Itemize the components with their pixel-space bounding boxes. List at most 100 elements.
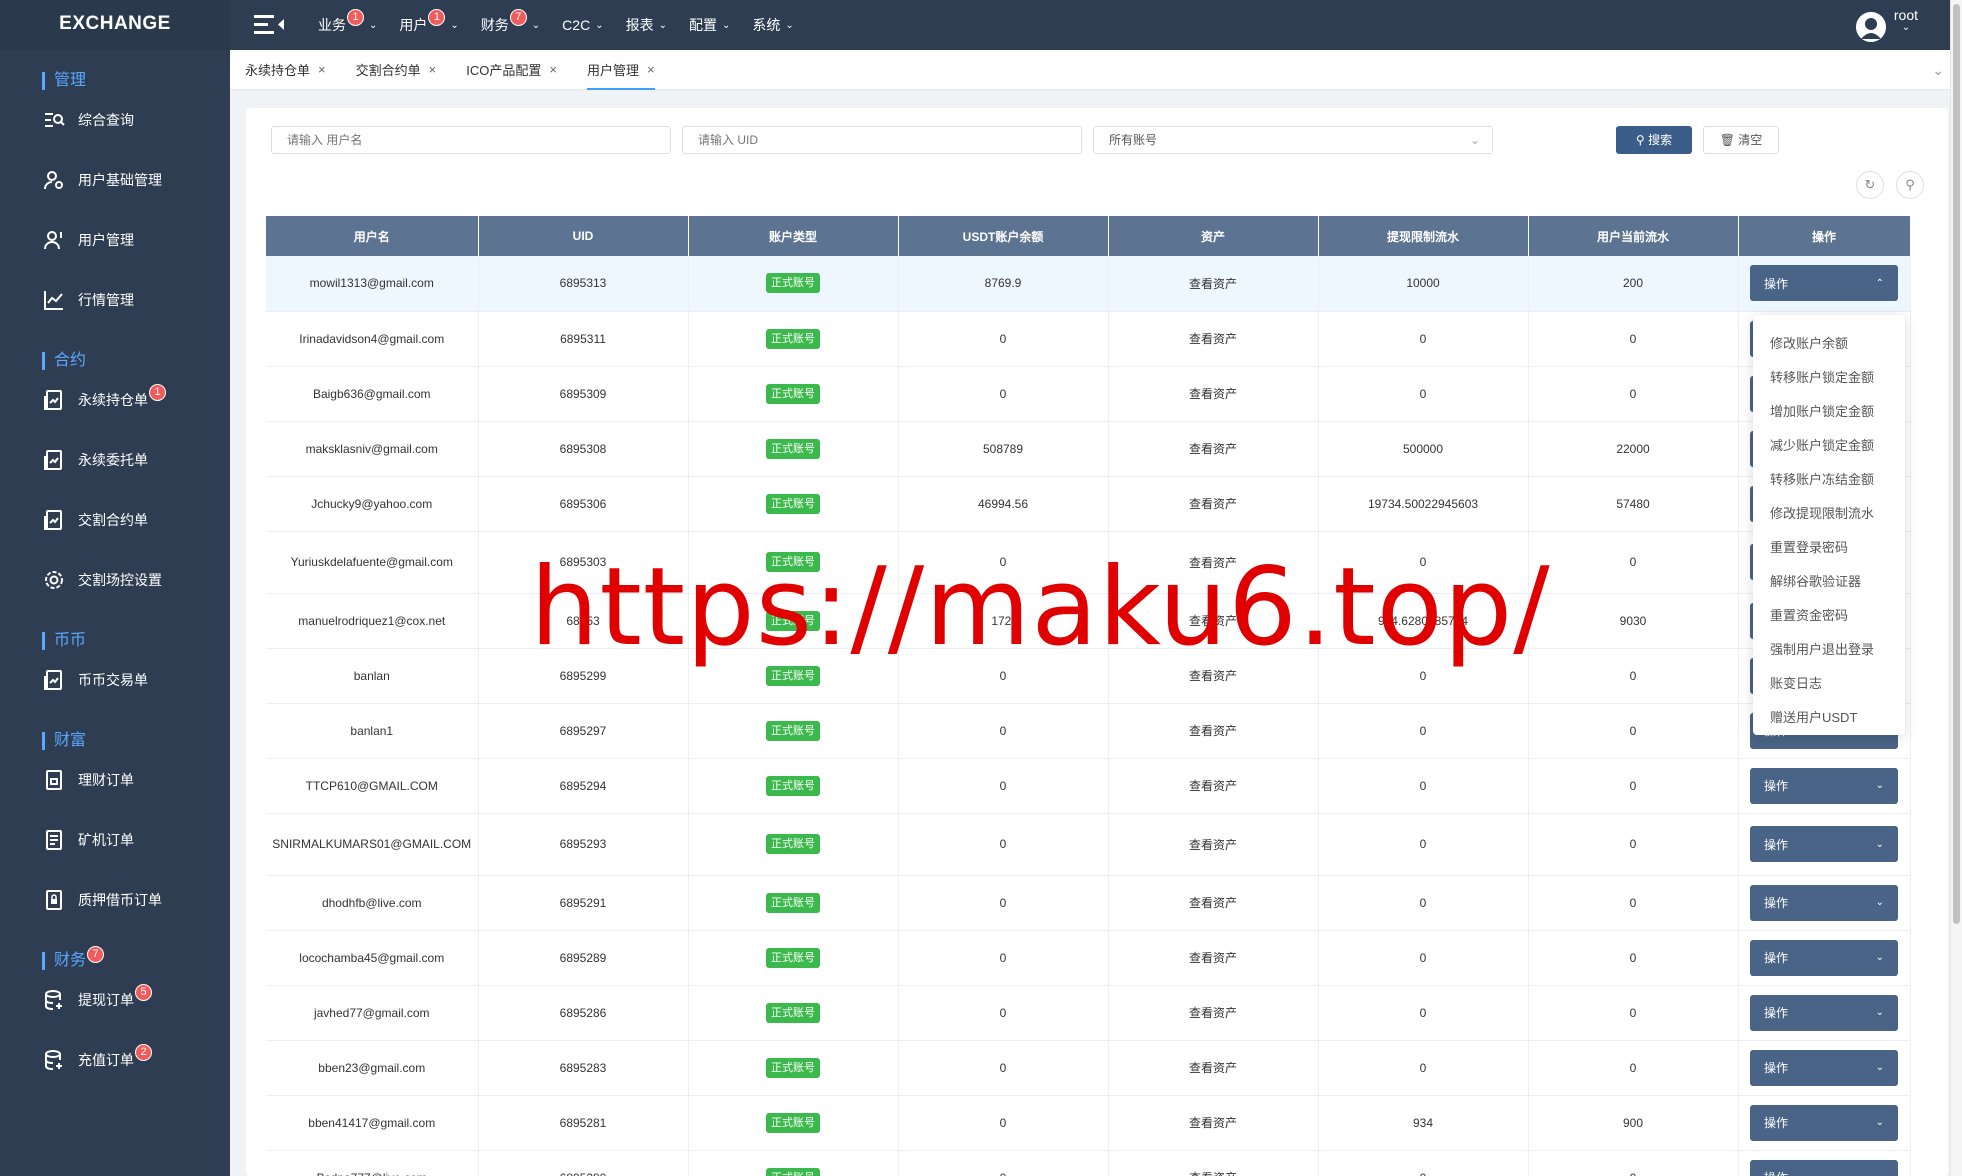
username-cell[interactable]: Baigb636@gmail.com <box>266 366 479 422</box>
view-assets-link[interactable]: 查看资产 <box>1108 703 1319 759</box>
usdt-balance-cell[interactable]: 0 <box>898 311 1109 367</box>
usdt-balance-cell[interactable]: 0 <box>898 1150 1109 1176</box>
usdt-balance-cell[interactable]: 0 <box>898 758 1109 814</box>
tab[interactable]: ICO产品配置 × <box>451 50 572 90</box>
search-button[interactable]: ⚲ 搜索 <box>1616 126 1692 154</box>
close-icon[interactable]: × <box>549 62 557 77</box>
top-menu-item[interactable]: 报表 ⌄ <box>626 15 667 35</box>
username-cell[interactable]: SNIRMALKUMARS01@GMAIL.COM <box>266 813 479 876</box>
sidebar-item[interactable]: 币币交易单 <box>0 650 230 710</box>
view-assets-link[interactable]: 查看资产 <box>1108 476 1319 532</box>
dropdown-item[interactable]: 重置资金密码 <box>1753 599 1905 633</box>
username-cell[interactable]: javhed77@gmail.com <box>266 985 479 1041</box>
usdt-balance-cell[interactable]: 0 <box>898 930 1109 986</box>
refresh-icon[interactable]: ↻ <box>1856 171 1884 199</box>
usdt-balance-cell[interactable]: 0 <box>898 1095 1109 1151</box>
view-assets-link[interactable]: 查看资产 <box>1108 421 1319 477</box>
chevron-down-icon[interactable]: ⌄ <box>1932 62 1944 79</box>
operation-button[interactable]: 操作 ⌄ <box>1750 1104 1898 1141</box>
usdt-balance-cell[interactable]: 0 <box>898 703 1109 759</box>
username-cell[interactable]: Bsdna777@live.com <box>266 1150 479 1176</box>
clear-button[interactable]: 🗑 清空 <box>1703 126 1779 154</box>
user-menu[interactable]: root ⌄ <box>1855 8 1918 42</box>
view-assets-link[interactable]: 查看资产 <box>1108 1095 1319 1151</box>
username-cell[interactable]: banlan1 <box>266 703 479 759</box>
close-icon[interactable]: × <box>647 62 655 77</box>
view-assets-link[interactable]: 查看资产 <box>1108 930 1319 986</box>
sidebar-item[interactable]: 质押借币订单 <box>0 870 230 930</box>
close-icon[interactable]: × <box>318 62 326 77</box>
dropdown-item[interactable]: 减少账户锁定金额 <box>1753 429 1905 463</box>
top-menu-item[interactable]: 业务 1 ⌄ <box>318 8 377 35</box>
view-assets-link[interactable]: 查看资产 <box>1108 256 1319 312</box>
operation-button[interactable]: 操作 ⌄ <box>1750 884 1898 921</box>
operation-button[interactable]: 操作 ⌄ <box>1750 767 1898 804</box>
view-assets-link[interactable]: 查看资产 <box>1108 758 1319 814</box>
vertical-scrollbar[interactable] <box>1950 0 1962 1176</box>
view-assets-link[interactable]: 查看资产 <box>1108 1150 1319 1176</box>
sidebar-item[interactable]: 永续委托单 <box>0 430 230 490</box>
dropdown-item[interactable]: 解绑谷歌验证器 <box>1753 565 1905 599</box>
sidebar-item[interactable]: 交割合约单 <box>0 490 230 550</box>
sidebar-item[interactable]: 综合查询 <box>0 90 230 150</box>
dropdown-item[interactable]: 增加账户锁定金额 <box>1753 395 1905 429</box>
username-cell[interactable]: Yuriuskdelafuente@gmail.com <box>266 531 479 594</box>
username-cell[interactable]: Irinadavidson4@gmail.com <box>266 311 479 367</box>
menu-toggle-icon[interactable] <box>250 10 290 40</box>
dropdown-item[interactable]: 修改账户余额 <box>1753 327 1905 361</box>
usdt-balance-cell[interactable]: 0 <box>898 813 1109 876</box>
operation-button[interactable]: 操作 ⌄ <box>1750 939 1898 976</box>
search-icon[interactable]: ⚲ <box>1896 171 1924 199</box>
top-menu-item[interactable]: C2C ⌄ <box>562 17 603 33</box>
sidebar-item[interactable]: 充值订单 2 <box>0 1030 230 1090</box>
usdt-balance-cell[interactable]: 46994.56 <box>898 476 1109 532</box>
usdt-balance-cell[interactable]: 8769.9 <box>898 256 1109 312</box>
dropdown-item[interactable]: 账变日志 <box>1753 667 1905 701</box>
sidebar-item[interactable]: 交割场控设置 <box>0 550 230 610</box>
dropdown-item[interactable]: 转移账户冻结金额 <box>1753 463 1905 497</box>
top-menu-item[interactable]: 配置 ⌄ <box>689 15 730 35</box>
sidebar-item[interactable]: 矿机订单 <box>0 810 230 870</box>
username-cell[interactable]: dhodhfb@live.com <box>266 875 479 931</box>
dropdown-item[interactable]: 重置登录密码 <box>1753 531 1905 565</box>
operation-button[interactable]: 操作 ⌄ <box>1750 1049 1898 1086</box>
view-assets-link[interactable]: 查看资产 <box>1108 875 1319 931</box>
account-select[interactable]: 所有账号 ⌄ <box>1093 126 1493 154</box>
sidebar-item[interactable]: 理财订单 <box>0 750 230 810</box>
usdt-balance-cell[interactable]: 0 <box>898 1040 1109 1096</box>
tab[interactable]: 永续持仓单 × <box>230 50 341 90</box>
uid-input[interactable] <box>682 126 1082 154</box>
username-cell[interactable]: bben41417@gmail.com <box>266 1095 479 1151</box>
username-cell[interactable]: locochamba45@gmail.com <box>266 930 479 986</box>
username-cell[interactable]: mowil1313@gmail.com <box>266 256 479 312</box>
view-assets-link[interactable]: 查看资产 <box>1108 366 1319 422</box>
usdt-balance-cell[interactable]: 508789 <box>898 421 1109 477</box>
top-menu-item[interactable]: 系统 ⌄ <box>752 15 793 35</box>
operation-button[interactable]: 操作 ⌄ <box>1750 994 1898 1031</box>
sidebar-item[interactable]: 提现订单 5 <box>0 970 230 1030</box>
username-cell[interactable]: banlan <box>266 648 479 704</box>
view-assets-link[interactable]: 查看资产 <box>1108 813 1319 876</box>
dropdown-item[interactable]: 修改提现限制流水 <box>1753 497 1905 531</box>
operation-button[interactable]: 操作 ⌄ <box>1750 826 1898 862</box>
sidebar-item[interactable]: 用户管理 <box>0 210 230 270</box>
sidebar-item[interactable]: 永续持仓单 1 <box>0 370 230 430</box>
username-cell[interactable]: TTCP610@GMAIL.COM <box>266 758 479 814</box>
username-cell[interactable]: Jchucky9@yahoo.com <box>266 476 479 532</box>
close-icon[interactable]: × <box>429 62 437 77</box>
username-input[interactable] <box>271 126 671 154</box>
view-assets-link[interactable]: 查看资产 <box>1108 311 1319 367</box>
top-menu-item[interactable]: 财务 7 ⌄ <box>481 8 540 35</box>
dropdown-item[interactable]: 转移账户锁定金额 <box>1753 361 1905 395</box>
scrollbar-thumb[interactable] <box>1953 4 1960 924</box>
dropdown-item[interactable]: 赠送用户USDT <box>1753 701 1905 735</box>
username-cell[interactable]: maksklasniv@gmail.com <box>266 421 479 477</box>
usdt-balance-cell[interactable]: 0 <box>898 366 1109 422</box>
username-cell[interactable]: bben23@gmail.com <box>266 1040 479 1096</box>
top-menu-item[interactable]: 用户 1 ⌄ <box>399 8 459 35</box>
operation-button[interactable]: 操作 ⌄ <box>1750 1159 1898 1176</box>
tab[interactable]: 用户管理 × <box>572 50 670 90</box>
operation-button[interactable]: 操作 ⌃ <box>1750 265 1898 302</box>
view-assets-link[interactable]: 查看资产 <box>1108 985 1319 1041</box>
sidebar-item[interactable]: 用户基础管理 <box>0 150 230 210</box>
